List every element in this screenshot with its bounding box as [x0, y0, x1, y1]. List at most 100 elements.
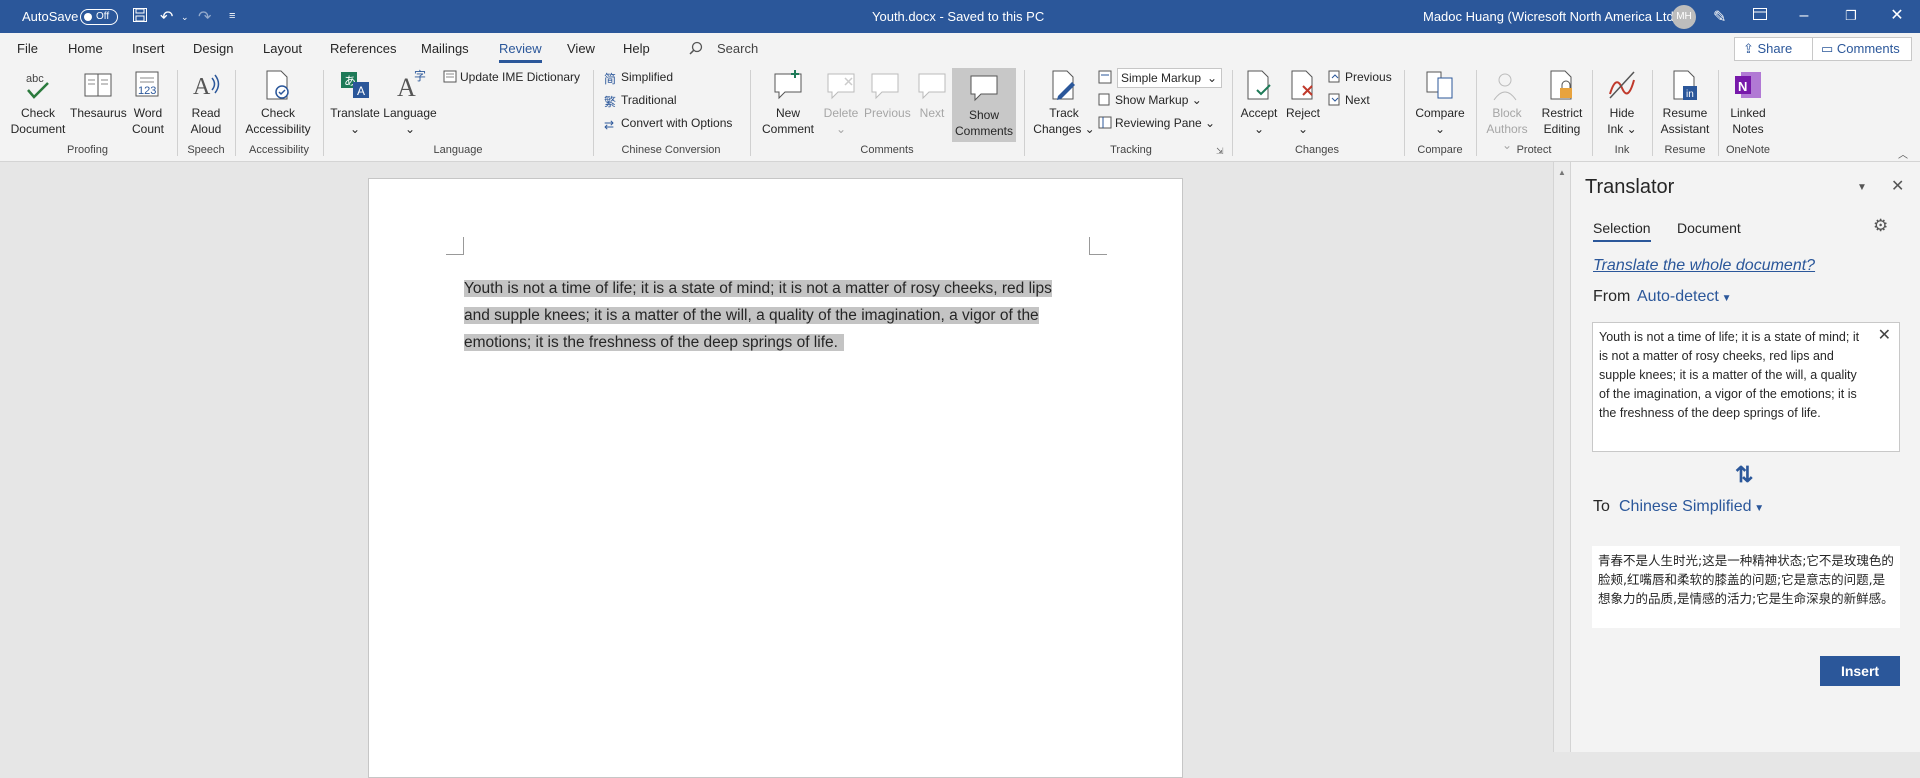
group-separator [1718, 70, 1719, 156]
tab-mailings[interactable]: Mailings [421, 41, 469, 56]
hide-ink-button[interactable]: Hide Ink ⌄ [1600, 68, 1644, 137]
show-comments-button[interactable]: Show Comments [952, 68, 1016, 142]
reviewing-pane-button[interactable]: Reviewing Pane ⌄ [1098, 116, 1215, 130]
tab-home[interactable]: Home [68, 41, 103, 56]
previous-change-label: Previous [1345, 70, 1392, 84]
collapse-ribbon-icon[interactable]: ︿ [1898, 146, 1908, 161]
share-icon: ⇪ [1743, 41, 1758, 56]
tab-references[interactable]: References [330, 41, 396, 56]
next-change-button[interactable]: Next [1328, 93, 1370, 107]
restrict-editing-button[interactable]: Restrict Editing [1536, 68, 1588, 137]
track-changes-button[interactable]: Track Changes ⌄ [1030, 68, 1098, 137]
delete-label: Delete [823, 106, 859, 120]
to-language-select[interactable]: Chinese Simplified ▼ [1619, 498, 1764, 516]
resume-assistant-button[interactable]: in Resume Assistant [1656, 68, 1714, 137]
document-page[interactable]: Youth is not a time of life; it is a sta… [368, 178, 1183, 778]
simplified-button[interactable]: 简 Simplified [604, 70, 673, 86]
update-ime-button[interactable]: Update IME Dictionary [443, 70, 580, 84]
read-aloud-label-2: Aloud [190, 122, 222, 136]
tab-file[interactable]: File [17, 41, 38, 56]
thesaurus-label: Thesaurus [70, 106, 127, 120]
customize-qat-icon[interactable]: ≡ [229, 10, 235, 22]
user-name: Madoc Huang (Wicresoft North America Ltd… [1423, 9, 1679, 24]
spelling-icon: abc [22, 68, 54, 104]
comments-button[interactable]: ▭ Comments [1812, 37, 1912, 61]
compare-button[interactable]: Compare ⌄ [1410, 68, 1470, 137]
linked-notes-button[interactable]: N Linked Notes [1722, 68, 1774, 137]
previous-change-button[interactable]: Previous [1328, 70, 1392, 84]
svg-text:A: A [357, 84, 365, 98]
check-accessibility-button[interactable]: Check Accessibility [240, 68, 316, 137]
previous-comment-label: Previous [864, 106, 911, 120]
share-button[interactable]: ⇪ Share [1734, 37, 1816, 61]
tab-document[interactable]: Document [1677, 220, 1741, 236]
title-bar: AutoSave Off ↶ ⌄ ↷ ≡ Youth.docx - Saved … [0, 0, 1920, 33]
clear-text-icon[interactable]: ✕ [1878, 326, 1891, 345]
restore-icon[interactable]: ❐ [1836, 5, 1866, 27]
insert-button[interactable]: Insert [1820, 656, 1900, 686]
autosave-toggle[interactable]: Off [80, 9, 118, 25]
translate-whole-document-link[interactable]: Translate the whole document? [1593, 257, 1815, 275]
ribbon-review: abc Check Document Thesaurus 123 Word Coun… [0, 66, 1920, 162]
pen-icon[interactable]: ✎ [1713, 7, 1726, 27]
dialog-launcher-icon[interactable]: ⇲ [1216, 146, 1224, 157]
next-comment-button[interactable]: Next [912, 68, 952, 121]
new-comment-button[interactable]: New Comment [757, 68, 819, 137]
dictionary-icon [443, 70, 457, 83]
close-window-icon[interactable]: ✕ [1882, 5, 1912, 27]
show-markup-label: Show Markup [1115, 93, 1189, 107]
translate-label: Translate [330, 106, 380, 120]
avatar[interactable]: MH [1672, 5, 1696, 29]
undo-icon[interactable]: ↶ [160, 7, 173, 27]
vertical-scrollbar[interactable]: ▲ [1553, 162, 1570, 752]
swap-languages-icon[interactable]: ⇅ [1735, 462, 1753, 488]
convert-icon: ⇄ [604, 118, 615, 132]
translate-button[interactable]: あA Translate ⌄ [330, 68, 380, 137]
gear-icon[interactable]: ⚙ [1873, 216, 1888, 236]
pane-options-icon[interactable]: ▼ [1857, 182, 1867, 193]
search-icon[interactable] [689, 41, 703, 58]
source-text-box[interactable]: Youth is not a time of life; it is a sta… [1592, 322, 1900, 452]
convert-options-button[interactable]: ⇄ Convert with Options [604, 116, 732, 132]
read-aloud-button[interactable]: A Read Aloud [184, 68, 228, 137]
block-authors-button[interactable]: Block Authors ⌄ [1480, 68, 1534, 153]
tab-review[interactable]: Review [499, 41, 542, 63]
reject-icon [1287, 68, 1319, 104]
tab-design[interactable]: Design [193, 41, 233, 56]
reject-button[interactable]: Reject ⌄ [1282, 68, 1324, 137]
from-language-select[interactable]: Auto-detect ▼ [1637, 288, 1732, 306]
check-document-button[interactable]: abc Check Document [8, 68, 68, 137]
translation-output[interactable]: 青春不是人生时光;这是一种精神状态;它不是玫瑰色的脸颊,红嘴唇和柔软的膝盖的问题… [1592, 546, 1900, 628]
markup-select[interactable]: Simple Markup ⌄ [1117, 68, 1222, 88]
selected-text-line-3[interactable]: emotions; it is the freshness of the dee… [464, 334, 844, 351]
word-count-button[interactable]: 123 Word Count [128, 68, 168, 137]
reject-label: Reject [1285, 106, 1320, 120]
undo-dropdown-icon[interactable]: ⌄ [181, 12, 189, 23]
show-markup-button[interactable]: Show Markup ⌄ [1098, 93, 1202, 107]
delete-comment-icon [825, 68, 857, 104]
accept-button[interactable]: Accept ⌄ [1236, 68, 1282, 137]
language-button[interactable]: A字 Language ⌄ [383, 68, 437, 137]
traditional-button[interactable]: 繁 Traditional [604, 93, 677, 109]
selected-text-line-2[interactable]: and supple knees; it is a matter of the … [464, 307, 1039, 324]
redo-icon[interactable]: ↷ [198, 7, 211, 27]
minimize-icon[interactable]: – [1789, 5, 1819, 27]
source-text[interactable]: Youth is not a time of life; it is a sta… [1599, 328, 1893, 423]
close-pane-icon[interactable]: ✕ [1891, 176, 1904, 196]
search-box[interactable]: Search [717, 41, 758, 56]
delete-comment-button[interactable]: Delete ⌄ [820, 68, 862, 137]
tab-view[interactable]: View [567, 41, 595, 56]
tab-help[interactable]: Help [623, 41, 650, 56]
tab-selection[interactable]: Selection [1593, 220, 1651, 242]
selected-text-line-1[interactable]: Youth is not a time of life; it is a sta… [464, 280, 1052, 297]
compare-icon [1424, 68, 1456, 104]
scroll-up-icon[interactable]: ▲ [1558, 168, 1566, 177]
tab-layout[interactable]: Layout [263, 41, 302, 56]
previous-comment-button[interactable]: Previous [864, 68, 911, 121]
thesaurus-button[interactable]: Thesaurus [70, 68, 127, 121]
tab-insert[interactable]: Insert [132, 41, 165, 56]
save-icon[interactable] [132, 7, 148, 28]
ribbon-display-icon[interactable] [1752, 7, 1768, 26]
document-paragraph[interactable]: Youth is not a time of life; it is a sta… [464, 275, 1089, 356]
svg-text:in: in [1686, 89, 1694, 100]
